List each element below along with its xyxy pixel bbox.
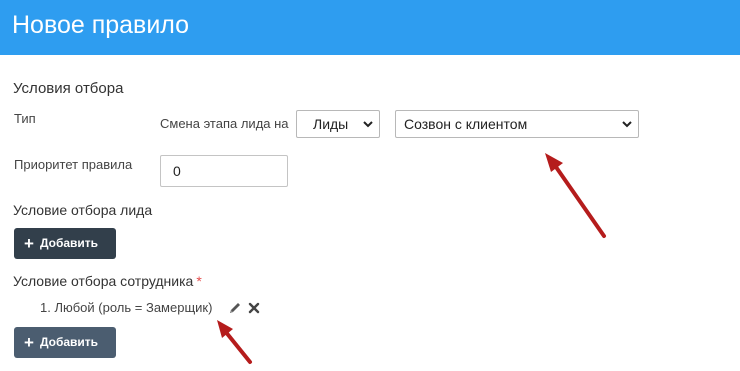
- required-mark: *: [196, 273, 202, 289]
- add-lead-condition-label: Добавить: [39, 236, 99, 250]
- type-label: Тип: [14, 111, 36, 126]
- close-icon[interactable]: [247, 301, 261, 315]
- lead-condition-title: Условие отбора лида: [13, 202, 153, 218]
- entity-select[interactable]: Лиды: [296, 110, 380, 138]
- list-item: 1. Любой (роль = Замерщик): [40, 300, 212, 316]
- employee-condition-label: Условие отбора сотрудника: [13, 273, 194, 289]
- add-employee-condition-button[interactable]: + Добавить: [14, 327, 116, 358]
- employee-condition-title: Условие отбора сотрудника *: [13, 273, 202, 289]
- employee-condition-item-text: 1. Любой (роль = Замерщик): [40, 300, 213, 315]
- page-header: Новое правило: [0, 0, 740, 55]
- priority-input[interactable]: 0: [160, 155, 288, 187]
- add-lead-condition-button[interactable]: + Добавить: [14, 228, 116, 259]
- page-title: Новое правило: [12, 11, 190, 39]
- stage-change-label: Смена этапа лида на: [160, 116, 289, 131]
- plus-icon: +: [24, 333, 34, 352]
- chevron-down-icon: [363, 121, 373, 128]
- arrow-to-stage-select: [545, 153, 606, 238]
- entity-select-value: Лиды: [313, 116, 349, 132]
- section-title-conditions: Условия отбора: [13, 80, 124, 97]
- chevron-down-icon: [622, 121, 632, 128]
- arrow-to-employee-item: [217, 320, 252, 364]
- pencil-icon[interactable]: [228, 301, 242, 315]
- plus-icon: +: [24, 234, 34, 253]
- add-employee-condition-label: Добавить: [39, 335, 99, 349]
- priority-label: Приоритет правила: [14, 157, 133, 172]
- stage-select[interactable]: Созвон с клиентом: [395, 110, 639, 138]
- stage-select-value: Созвон с клиентом: [404, 116, 528, 132]
